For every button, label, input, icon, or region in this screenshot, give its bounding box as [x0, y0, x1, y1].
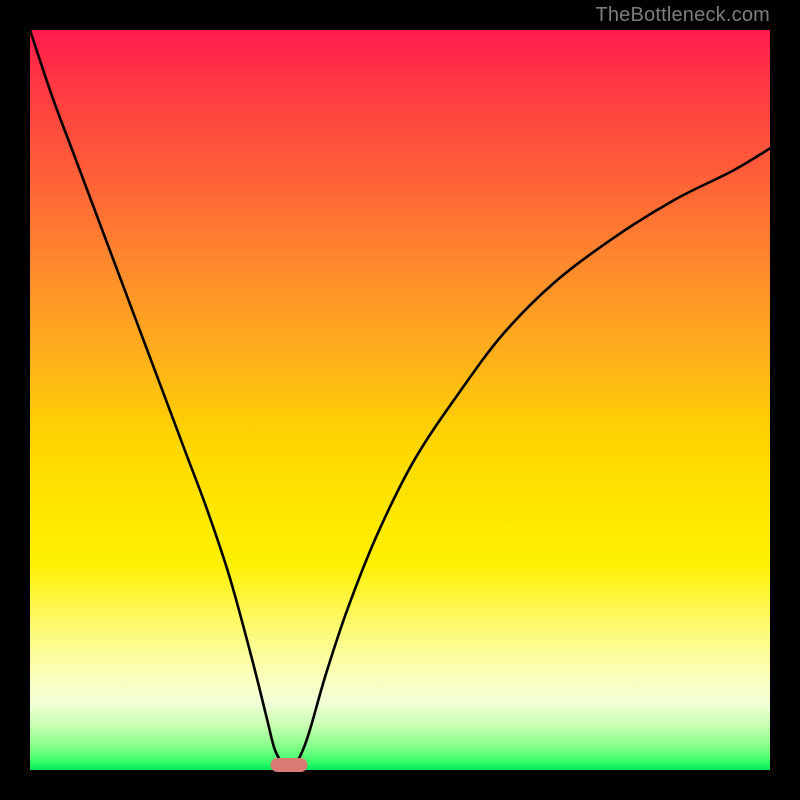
plot-area	[30, 30, 770, 770]
curve-svg	[30, 30, 770, 770]
chart-frame: TheBottleneck.com	[0, 0, 800, 800]
watermark-label: TheBottleneck.com	[595, 4, 770, 27]
bottleneck-curve	[30, 30, 770, 770]
minimum-marker	[271, 758, 308, 772]
